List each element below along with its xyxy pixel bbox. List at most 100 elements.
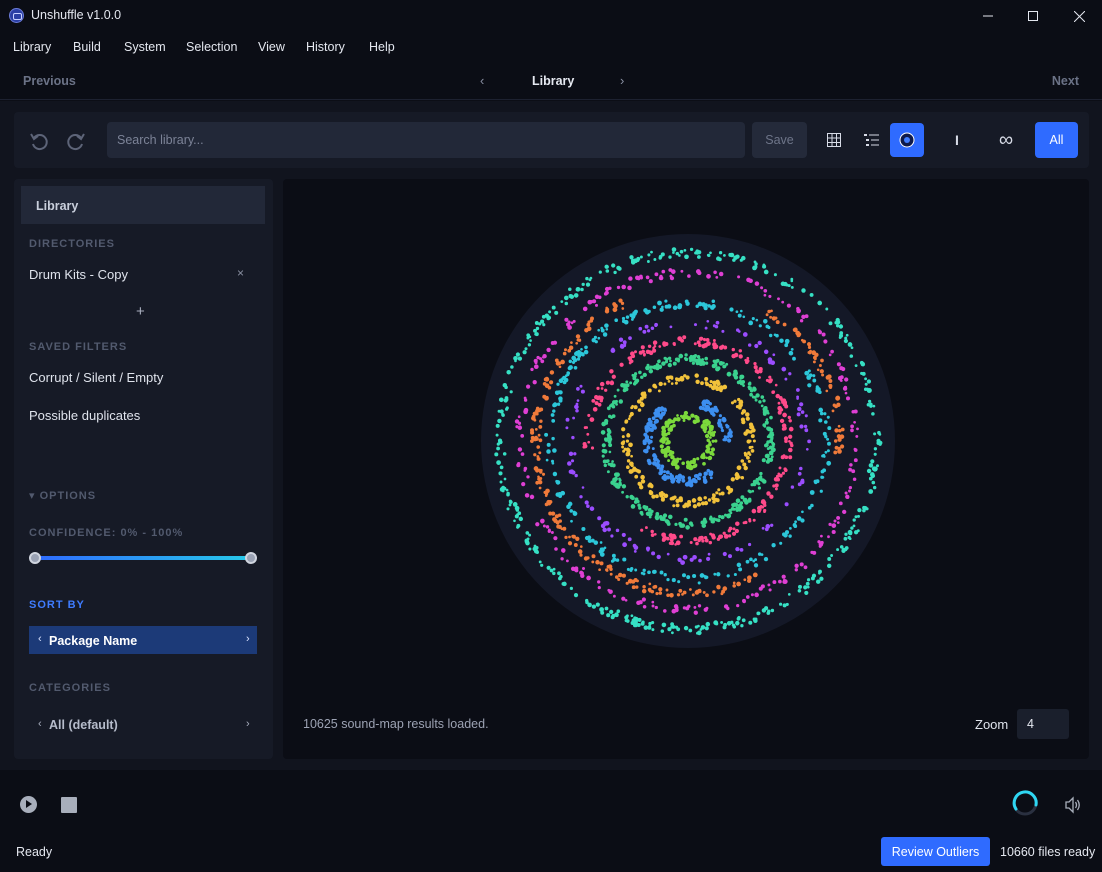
sound-point[interactable] bbox=[799, 318, 804, 323]
sound-point[interactable] bbox=[685, 375, 690, 380]
sound-point[interactable] bbox=[707, 552, 711, 556]
sound-point[interactable] bbox=[573, 452, 577, 456]
sound-point[interactable] bbox=[844, 391, 848, 395]
sound-point[interactable] bbox=[781, 366, 787, 372]
sound-point[interactable] bbox=[574, 351, 579, 356]
sound-point[interactable] bbox=[758, 324, 762, 328]
add-directory-button[interactable]: + bbox=[136, 303, 145, 320]
sound-point[interactable] bbox=[568, 359, 573, 364]
sound-point[interactable] bbox=[558, 576, 562, 581]
sound-point[interactable] bbox=[666, 577, 670, 582]
sound-point[interactable] bbox=[856, 427, 859, 431]
sound-point[interactable] bbox=[664, 420, 669, 425]
sound-point[interactable] bbox=[642, 441, 647, 446]
sound-point[interactable] bbox=[703, 338, 706, 342]
sound-point[interactable] bbox=[589, 318, 594, 323]
sound-point[interactable] bbox=[733, 572, 737, 577]
sound-point[interactable] bbox=[698, 497, 703, 502]
menu-build[interactable]: Build bbox=[73, 40, 101, 54]
sound-point[interactable] bbox=[716, 572, 721, 577]
sound-point[interactable] bbox=[766, 435, 770, 439]
sound-point[interactable] bbox=[704, 472, 708, 476]
sound-point[interactable] bbox=[610, 480, 615, 485]
sound-point[interactable] bbox=[629, 381, 633, 385]
sound-point[interactable] bbox=[676, 357, 681, 362]
sound-point[interactable] bbox=[807, 369, 811, 373]
sound-point[interactable] bbox=[670, 382, 674, 385]
sound-point[interactable] bbox=[551, 436, 555, 441]
sound-point[interactable] bbox=[609, 415, 614, 419]
sound-point[interactable] bbox=[674, 625, 679, 629]
sound-point[interactable] bbox=[589, 299, 594, 304]
sound-point[interactable] bbox=[689, 588, 692, 591]
sound-point[interactable] bbox=[719, 385, 724, 390]
sound-point[interactable] bbox=[703, 305, 707, 310]
sound-point[interactable] bbox=[499, 397, 504, 403]
sound-point[interactable] bbox=[690, 413, 695, 418]
sound-point[interactable] bbox=[697, 250, 702, 255]
sound-point[interactable] bbox=[621, 319, 626, 324]
category-prev-chevron-icon[interactable]: ‹ bbox=[38, 718, 42, 730]
sound-point[interactable] bbox=[792, 327, 798, 333]
sound-point[interactable] bbox=[566, 371, 571, 375]
sound-point[interactable] bbox=[669, 276, 675, 281]
sound-point[interactable] bbox=[750, 449, 755, 453]
sound-point[interactable] bbox=[541, 314, 546, 319]
sound-point[interactable] bbox=[573, 593, 579, 598]
sound-point[interactable] bbox=[750, 593, 754, 597]
sound-point[interactable] bbox=[809, 292, 814, 297]
sound-point[interactable] bbox=[775, 320, 780, 325]
sound-point[interactable] bbox=[711, 439, 715, 443]
sound-point[interactable] bbox=[574, 473, 578, 478]
sound-point[interactable] bbox=[691, 361, 696, 365]
sound-point[interactable] bbox=[652, 365, 658, 370]
sound-point[interactable] bbox=[792, 356, 796, 361]
sound-point[interactable] bbox=[824, 434, 828, 439]
redo-button[interactable] bbox=[61, 126, 91, 156]
sound-point[interactable] bbox=[552, 448, 557, 453]
sound-point[interactable] bbox=[545, 488, 550, 494]
sound-point[interactable] bbox=[729, 252, 735, 258]
sound-point[interactable] bbox=[604, 388, 608, 392]
sound-point[interactable] bbox=[767, 379, 773, 384]
sound-point[interactable] bbox=[866, 379, 872, 384]
sound-point[interactable] bbox=[838, 501, 843, 506]
sound-point[interactable] bbox=[588, 278, 592, 282]
sound-point[interactable] bbox=[735, 328, 740, 332]
sound-point[interactable] bbox=[634, 568, 638, 572]
sound-point[interactable] bbox=[705, 448, 710, 454]
sound-point[interactable] bbox=[660, 437, 665, 442]
sound-point[interactable] bbox=[668, 627, 672, 631]
sound-point[interactable] bbox=[660, 497, 665, 502]
nav-left-chevron-icon[interactable]: ‹ bbox=[480, 73, 484, 88]
sound-point[interactable] bbox=[659, 406, 665, 411]
sound-point[interactable] bbox=[773, 273, 777, 277]
sound-point[interactable] bbox=[715, 385, 719, 389]
sound-point[interactable] bbox=[732, 507, 736, 511]
sound-point[interactable] bbox=[732, 584, 736, 588]
sound-point[interactable] bbox=[658, 587, 663, 592]
sound-point[interactable] bbox=[517, 415, 521, 419]
previous-button[interactable]: Previous bbox=[23, 74, 76, 88]
sound-point[interactable] bbox=[826, 437, 830, 441]
sound-point[interactable] bbox=[494, 452, 499, 457]
sound-point[interactable] bbox=[610, 534, 614, 538]
sound-point[interactable] bbox=[516, 523, 521, 528]
sound-point[interactable] bbox=[538, 438, 543, 443]
sound-point[interactable] bbox=[706, 341, 711, 346]
sound-point[interactable] bbox=[714, 324, 719, 329]
sound-point[interactable] bbox=[699, 628, 703, 631]
sound-point[interactable] bbox=[520, 452, 525, 456]
menu-history[interactable]: History bbox=[306, 40, 345, 54]
sound-point[interactable] bbox=[742, 332, 748, 337]
sound-point[interactable] bbox=[821, 373, 825, 377]
sound-point[interactable] bbox=[558, 361, 562, 365]
sound-point[interactable] bbox=[617, 577, 621, 582]
sound-point[interactable] bbox=[820, 540, 824, 545]
sound-point[interactable] bbox=[605, 269, 610, 273]
sound-point[interactable] bbox=[568, 535, 571, 539]
sound-point[interactable] bbox=[836, 548, 840, 552]
sound-point[interactable] bbox=[676, 593, 681, 597]
sound-point[interactable] bbox=[830, 349, 834, 354]
sound-point[interactable] bbox=[573, 365, 578, 370]
